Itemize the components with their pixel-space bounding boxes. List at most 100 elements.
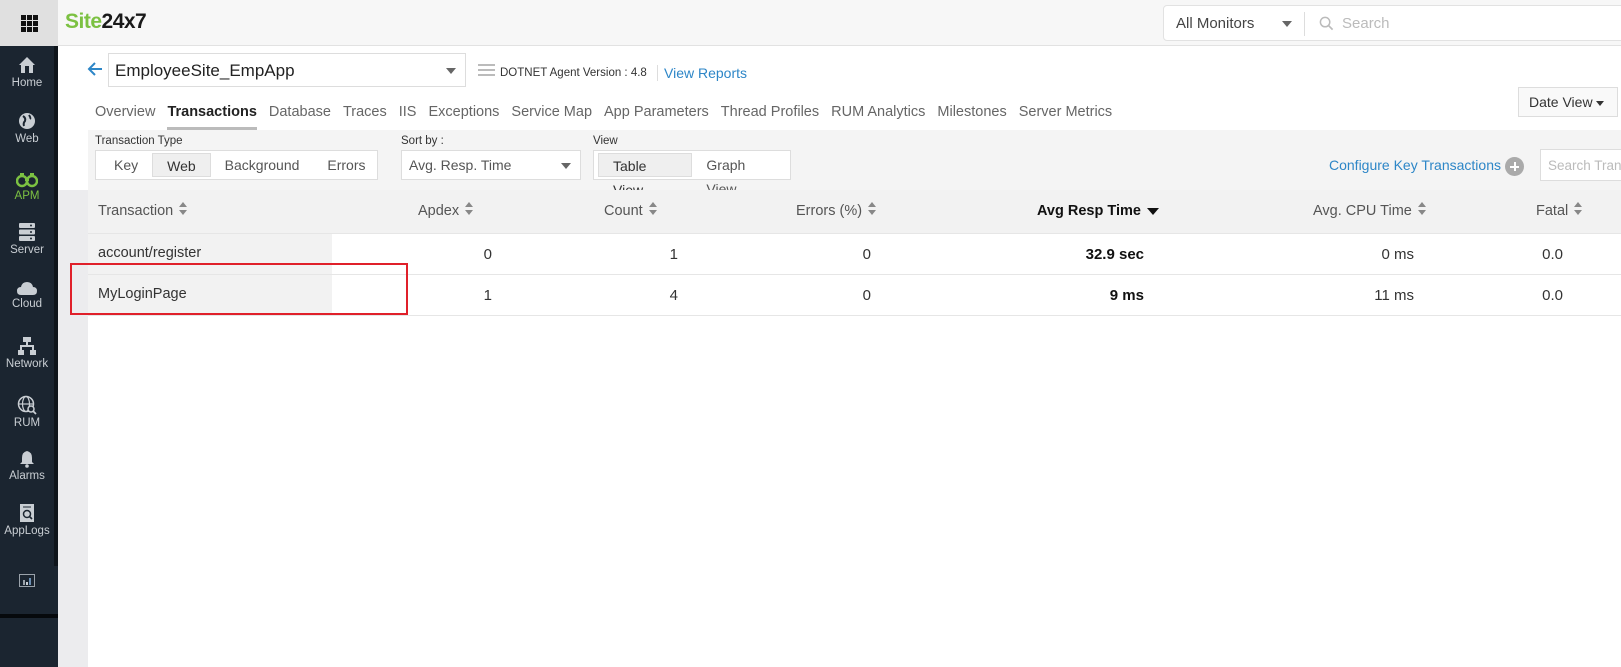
sort-descending-icon — [1146, 207, 1159, 215]
applogs-icon — [20, 504, 34, 522]
monitor-scope-select[interactable]: All Monitors — [1176, 15, 1254, 32]
cloud-icon — [17, 282, 37, 295]
view-reports-link[interactable]: View Reports — [664, 65, 747, 81]
add-circle-icon[interactable] — [1505, 157, 1524, 176]
sidebar-label: APM — [14, 190, 40, 202]
avg-cpu-time-value: 11 ms — [1374, 287, 1414, 304]
errors-value: 0 — [862, 246, 871, 263]
avg-resp-time-value: 32.9 sec — [1085, 246, 1144, 263]
tab-rum-analytics[interactable]: RUM Analytics — [831, 104, 925, 130]
transaction-type-label: Transaction Type — [95, 135, 183, 147]
table-row[interactable]: MyLoginPage 1 4 0 9 ms 11 ms 0.0 — [88, 275, 1621, 316]
sidebar-item-alarms[interactable]: Alarms — [0, 450, 54, 482]
tab-traces[interactable]: Traces — [343, 104, 387, 130]
date-view-button[interactable]: Date View — [1518, 87, 1618, 117]
tab-transactions[interactable]: Transactions — [167, 104, 257, 130]
avg-cpu-time-value: 0 ms — [1381, 246, 1414, 263]
date-view-label: Date View — [1529, 94, 1593, 110]
type-key-button[interactable]: Key — [100, 153, 152, 177]
content-gutter-gray — [58, 190, 88, 667]
chevron-down-icon[interactable] — [1282, 21, 1292, 27]
sort-icon — [868, 202, 877, 216]
server-icon — [19, 223, 35, 241]
column-avg-cpu-time[interactable]: Avg. CPU Time — [1313, 202, 1426, 219]
sidebar-label: Home — [11, 77, 43, 89]
chevron-down-icon — [561, 163, 571, 169]
network-icon — [18, 337, 36, 355]
table-row[interactable]: account/register 0 1 0 32.9 sec 0 ms 0.0 — [88, 234, 1621, 275]
view-toggle: Table View Graph View — [593, 150, 791, 198]
transaction-name-link[interactable]: MyLoginPage — [88, 275, 332, 315]
column-avg-resp-time[interactable]: Avg Resp Time — [1037, 203, 1159, 219]
column-fatal[interactable]: Fatal — [1536, 202, 1583, 219]
home-icon — [19, 57, 35, 73]
column-count[interactable]: Count — [604, 202, 657, 219]
top-bar: Site24x7 All Monitors — [0, 0, 1621, 46]
globe-icon — [19, 113, 35, 129]
sidebar-item-reports[interactable] — [0, 574, 54, 587]
bell-icon — [20, 451, 34, 468]
graph-view-button[interactable]: Graph View — [692, 153, 790, 197]
sidebar-label: Alarms — [9, 470, 45, 482]
configure-key-transactions-link[interactable]: Configure Key Transactions — [1329, 157, 1501, 173]
apdex-value: 1 — [483, 287, 492, 304]
tab-thread-profiles[interactable]: Thread Profiles — [721, 104, 819, 130]
transaction-type-toggle: Key Web Background Errors — [95, 150, 378, 180]
type-background-button[interactable]: Background — [211, 153, 314, 177]
chevron-down-icon — [446, 68, 456, 74]
tab-server-metrics[interactable]: Server Metrics — [1019, 104, 1112, 130]
tab-database[interactable]: Database — [269, 104, 331, 130]
sort-icon — [179, 202, 188, 216]
sidebar-label: AppLogs — [4, 525, 50, 537]
apps-menu-button[interactable] — [0, 0, 58, 46]
hamburger-menu-icon[interactable] — [478, 64, 495, 78]
application-select[interactable]: EmployeeSite_EmpApp — [108, 53, 466, 87]
view-label: View — [593, 135, 618, 147]
count-value: 4 — [669, 287, 678, 304]
sort-icon — [1417, 202, 1426, 216]
tab-milestones[interactable]: Milestones — [937, 104, 1006, 130]
apm-tabs: Overview Transactions Database Traces II… — [95, 104, 1124, 130]
tab-iis[interactable]: IIS — [399, 104, 417, 130]
sidebar-item-web[interactable]: Web — [0, 111, 54, 145]
sidebar-item-cloud[interactable]: Cloud — [0, 280, 54, 310]
sidebar-item-server[interactable]: Server — [0, 222, 54, 256]
tab-exceptions[interactable]: Exceptions — [428, 104, 499, 130]
tab-app-parameters[interactable]: App Parameters — [604, 104, 709, 130]
column-errors[interactable]: Errors (%) — [796, 202, 877, 219]
back-arrow-icon[interactable] — [86, 60, 104, 78]
type-errors-button[interactable]: Errors — [313, 153, 379, 177]
reports-chart-icon — [19, 574, 35, 587]
transaction-search-input[interactable] — [1540, 149, 1621, 181]
sort-by-select[interactable]: Avg. Resp. Time — [401, 150, 581, 180]
table-header: Transaction Apdex Count Errors (%) Avg R… — [88, 190, 1621, 234]
sort-icon — [648, 202, 657, 216]
sidebar-item-applogs[interactable]: AppLogs — [0, 503, 54, 537]
global-search-input[interactable] — [1342, 11, 1621, 35]
sidebar-item-home[interactable]: Home — [0, 55, 54, 89]
transactions-table: Transaction Apdex Count Errors (%) Avg R… — [88, 190, 1621, 316]
sort-icon — [1574, 202, 1583, 216]
transaction-name-link[interactable]: account/register — [88, 234, 332, 274]
caret-down-icon — [1595, 100, 1604, 106]
sidebar-label: Server — [10, 244, 44, 256]
sidebar-label: Web — [15, 133, 39, 145]
sidebar-item-rum[interactable]: RUM — [0, 395, 54, 429]
count-value: 1 — [669, 246, 678, 263]
sidebar-footer-divider — [0, 614, 58, 618]
column-apdex[interactable]: Apdex — [418, 202, 474, 219]
sidebar-item-network[interactable]: Network — [0, 336, 54, 370]
column-transaction[interactable]: Transaction — [98, 202, 188, 219]
sidebar-label: RUM — [13, 417, 41, 429]
sidebar-label: Network — [5, 358, 49, 370]
site24x7-logo[interactable]: Site24x7 — [65, 10, 147, 34]
type-web-button[interactable]: Web — [152, 153, 211, 177]
tab-overview[interactable]: Overview — [95, 104, 155, 130]
sidebar-item-apm[interactable]: APM — [0, 170, 54, 202]
apdex-value: 0 — [483, 246, 492, 263]
divider — [1304, 12, 1305, 36]
tab-service-map[interactable]: Service Map — [511, 104, 592, 130]
table-view-button[interactable]: Table View — [598, 153, 693, 198]
divider — [657, 65, 658, 81]
filter-bar: Transaction Type Key Web Background Erro… — [88, 130, 1621, 198]
